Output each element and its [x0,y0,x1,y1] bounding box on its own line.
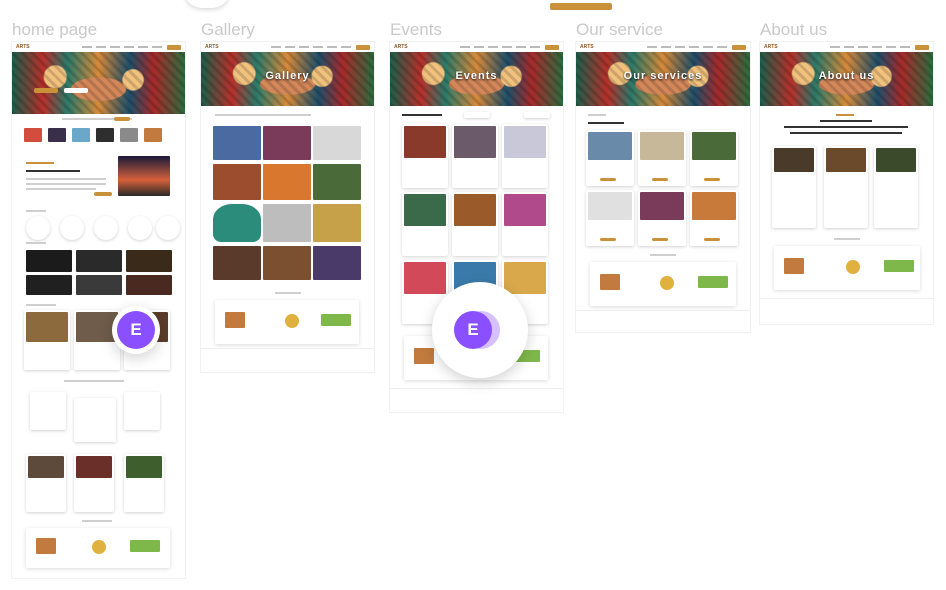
frame-services[interactable]: ARTS Our services [576,42,750,332]
top-partial-button [550,3,612,10]
mini-nav: ARTS [576,42,750,52]
partners-box [215,300,359,344]
partners-box [590,262,736,306]
frame-about[interactable]: ARTS About us [760,42,933,324]
frame-gallery[interactable]: ARTS Gallery [201,42,374,372]
mini-nav: ARTS [201,42,374,52]
mini-nav: ARTS [390,42,563,52]
elementor-icon: E [454,311,492,349]
partners-box [774,246,920,290]
partners-box [26,528,170,568]
hero-title: About us [818,70,875,82]
elementor-badge-home[interactable]: E [112,306,160,354]
hero-title: Our services [623,70,703,82]
page-gallery[interactable]: Gallery ARTS Gallery [201,20,374,372]
mini-nav: ARTS [760,42,933,52]
hero-image: Our services [576,52,750,106]
page-label-home: home page [12,20,98,39]
page-label-about: About us [760,20,828,39]
hero-title: Gallery [265,70,310,82]
hero-image: About us [760,52,933,106]
top-partial-avatar [184,0,230,8]
elementor-badge-events[interactable]: E [432,282,528,378]
mini-nav: ARTS [12,42,185,52]
page-label-events: Events [390,20,442,39]
elementor-icon: E [117,311,155,349]
frame-home[interactable]: ARTS [12,42,185,578]
hero-image [12,52,185,114]
hero-title: Events [455,70,498,82]
page-label-services: Our service [576,20,663,39]
hero-image: Events [390,52,563,106]
page-about[interactable]: About us ARTS About us [760,20,933,324]
page-services[interactable]: Our service ARTS Our services [576,20,750,332]
page-label-gallery: Gallery [201,20,255,39]
page-home[interactable]: home page ARTS [12,20,185,578]
hero-image: Gallery [201,52,374,106]
